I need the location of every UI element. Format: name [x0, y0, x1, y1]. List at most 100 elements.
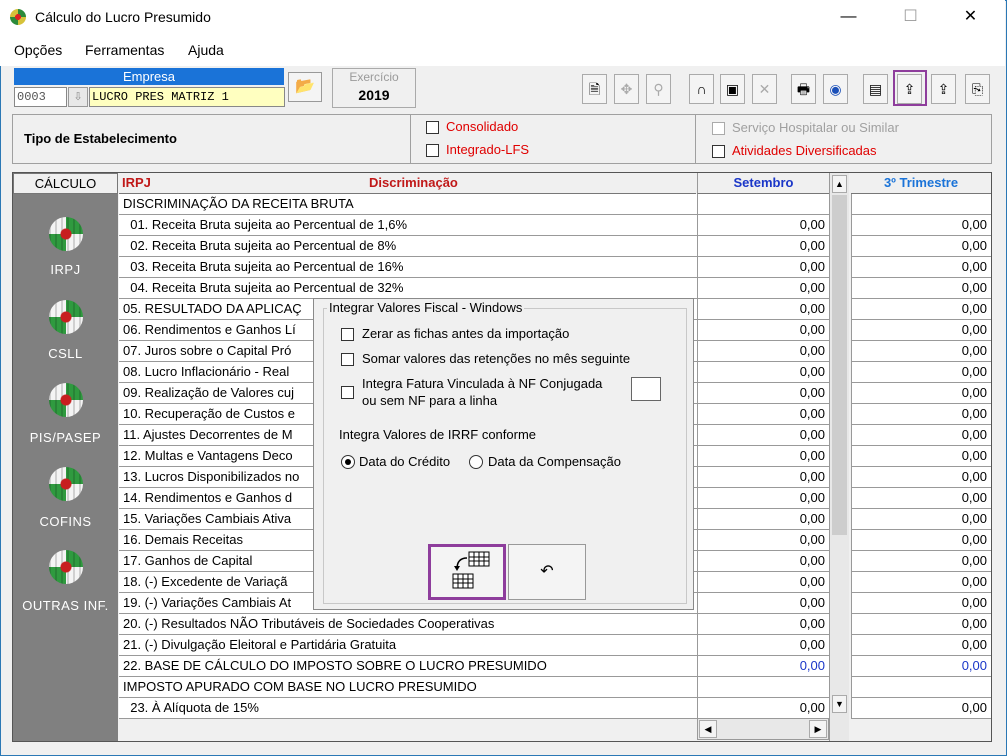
- menu-ferramentas[interactable]: Ferramentas: [85, 42, 164, 58]
- row-value-trimestre: 0,00: [851, 551, 991, 572]
- globe-button[interactable]: ◉: [823, 74, 848, 104]
- integra-fatura-checkbox[interactable]: [341, 386, 354, 399]
- row-value-trimestre: 0,00: [851, 488, 991, 509]
- col-3-trimestre[interactable]: 3º Trimestre: [851, 173, 991, 194]
- row-value-setembro[interactable]: 0,00: [697, 404, 829, 425]
- menu-ajuda[interactable]: Ajuda: [188, 42, 224, 58]
- save-icon: ▣: [725, 81, 740, 97]
- lock-button[interactable]: ∩: [689, 74, 714, 104]
- row-value-setembro[interactable]: 0,00: [697, 236, 829, 257]
- row-value-setembro[interactable]: 0,00: [697, 446, 829, 467]
- row-value-setembro[interactable]: 0,00: [697, 572, 829, 593]
- outras-inf-icon[interactable]: [49, 550, 83, 584]
- search-button[interactable]: ⚲: [646, 74, 671, 104]
- row-value-setembro[interactable]: 0,00: [697, 509, 829, 530]
- scroll-thumb[interactable]: [832, 195, 847, 535]
- row-value-trimestre: 0,00: [851, 656, 991, 677]
- row-value-trimestre: 0,00: [851, 530, 991, 551]
- module-cofins[interactable]: COFINS: [13, 514, 118, 529]
- empresa-lookup-button[interactable]: ⇩: [68, 87, 88, 107]
- estabelecimento-label: Tipo de Estabelecimento: [24, 131, 177, 146]
- row-value-setembro[interactable]: 0,00: [697, 425, 829, 446]
- print-button[interactable]: 🖶: [791, 74, 816, 104]
- row-value-setembro[interactable]: 0,00: [697, 299, 829, 320]
- row-value-setembro[interactable]: 0,00: [697, 341, 829, 362]
- row-discriminacao: IMPOSTO APURADO COM BASE NO LUCRO PRESUM…: [119, 677, 697, 698]
- row-value-setembro[interactable]: 0,00: [697, 698, 829, 719]
- new-document-button[interactable]: 🗎: [582, 74, 607, 104]
- module-outras-inf[interactable]: OUTRAS INF.: [13, 598, 118, 613]
- row-value-setembro[interactable]: 0,00: [697, 383, 829, 404]
- consolidado-checkbox[interactable]: [426, 121, 439, 134]
- export-button[interactable]: ⇪: [931, 74, 956, 104]
- delete-button[interactable]: ✕: [752, 74, 777, 104]
- scroll-right-button[interactable]: ▶: [809, 720, 827, 738]
- zerar-fichas-checkbox[interactable]: [341, 328, 354, 341]
- dialog-title: Integrar Valores Fiscal - Windows: [327, 300, 525, 315]
- exercicio-value[interactable]: 2019: [333, 85, 415, 105]
- row-value-setembro[interactable]: 0,00: [697, 320, 829, 341]
- open-folder-button[interactable]: 📂: [288, 72, 322, 102]
- horizontal-scrollbar[interactable]: ◀ ▶: [697, 718, 829, 740]
- servico-hospitalar-checkbox[interactable]: [712, 122, 725, 135]
- col-discriminacao: Discriminação: [369, 175, 458, 190]
- module-pis-pasep[interactable]: PIS/PASEP: [13, 430, 118, 445]
- row-value-setembro[interactable]: 0,00: [697, 257, 829, 278]
- pis-pasep-icon[interactable]: [49, 383, 83, 417]
- integra-fatura-label-1: Integra Fatura Vinculada à NF Conjugada: [362, 376, 603, 391]
- exit-button[interactable]: ⎘: [965, 74, 990, 104]
- integrado-label: Integrado-LFS: [446, 142, 530, 157]
- row-value-setembro[interactable]: 0,00: [697, 467, 829, 488]
- vertical-scrollbar[interactable]: ▲ ▼: [829, 173, 849, 741]
- irrf-label: Integra Valores de IRRF conforme: [339, 427, 537, 442]
- undo-button[interactable]: ↶: [508, 544, 586, 600]
- csll-icon[interactable]: [49, 300, 83, 334]
- row-value-setembro[interactable]: 0,00: [697, 635, 829, 656]
- empresa-name-field[interactable]: LUCRO PRES MATRIZ 1: [89, 87, 285, 107]
- somar-retencoes-label: Somar valores das retenções no mês segui…: [362, 351, 631, 366]
- row-value-setembro[interactable]: 0,00: [697, 215, 829, 236]
- empresa-code-field[interactable]: 0003: [14, 87, 67, 107]
- row-value-setembro[interactable]: 0,00: [697, 530, 829, 551]
- cofins-icon[interactable]: [49, 467, 83, 501]
- somar-retencoes-checkbox[interactable]: [341, 353, 354, 366]
- minimize-button[interactable]: —: [826, 0, 871, 34]
- row-value-setembro[interactable]: [697, 194, 829, 215]
- row-discriminacao: 23. À Alíquota de 15%: [119, 698, 697, 719]
- scroll-up-button[interactable]: ▲: [832, 175, 847, 193]
- data-compensacao-radio[interactable]: [469, 455, 483, 469]
- close-button[interactable]: ✕: [948, 0, 993, 34]
- row-value-setembro[interactable]: 0,00: [697, 551, 829, 572]
- module-csll[interactable]: CSLL: [13, 346, 118, 361]
- data-credito-radio[interactable]: [341, 455, 355, 469]
- report-button[interactable]: ▤: [863, 74, 888, 104]
- maximize-button[interactable]: ☐: [888, 0, 933, 34]
- row-value-trimestre: [851, 677, 991, 698]
- linha-input[interactable]: [631, 377, 661, 401]
- row-value-setembro[interactable]: 0,00: [697, 488, 829, 509]
- col-setembro[interactable]: Setembro: [697, 173, 829, 194]
- save-button[interactable]: ▣: [720, 74, 745, 104]
- row-value-trimestre: [851, 194, 991, 215]
- integrate-button[interactable]: [428, 544, 506, 600]
- row-value-setembro[interactable]: 0,00: [697, 656, 829, 677]
- print-icon: 🖶: [796, 81, 811, 97]
- menu-opcoes[interactable]: Opções: [14, 42, 62, 58]
- row-value-setembro[interactable]: 0,00: [697, 362, 829, 383]
- module-irpj[interactable]: IRPJ: [13, 262, 118, 277]
- atividades-diversificadas-checkbox[interactable]: [712, 145, 725, 158]
- row-value-setembro[interactable]: 0,00: [697, 614, 829, 635]
- navigate-button[interactable]: ✥: [614, 74, 639, 104]
- scroll-left-button[interactable]: ◀: [699, 720, 717, 738]
- integrado-checkbox[interactable]: [426, 144, 439, 157]
- arrow-down-icon: ▼: [835, 699, 844, 709]
- irpj-icon[interactable]: [49, 217, 83, 251]
- row-value-setembro[interactable]: 0,00: [697, 278, 829, 299]
- arrow-right-icon: ▶: [814, 724, 822, 734]
- row-value-trimestre: 0,00: [851, 698, 991, 719]
- navigate-icon: ✥: [620, 81, 633, 97]
- scroll-down-button[interactable]: ▼: [832, 695, 847, 713]
- servico-hospitalar-label: Serviço Hospitalar ou Similar: [732, 120, 899, 135]
- row-value-setembro[interactable]: 0,00: [697, 593, 829, 614]
- row-value-setembro[interactable]: [697, 677, 829, 698]
